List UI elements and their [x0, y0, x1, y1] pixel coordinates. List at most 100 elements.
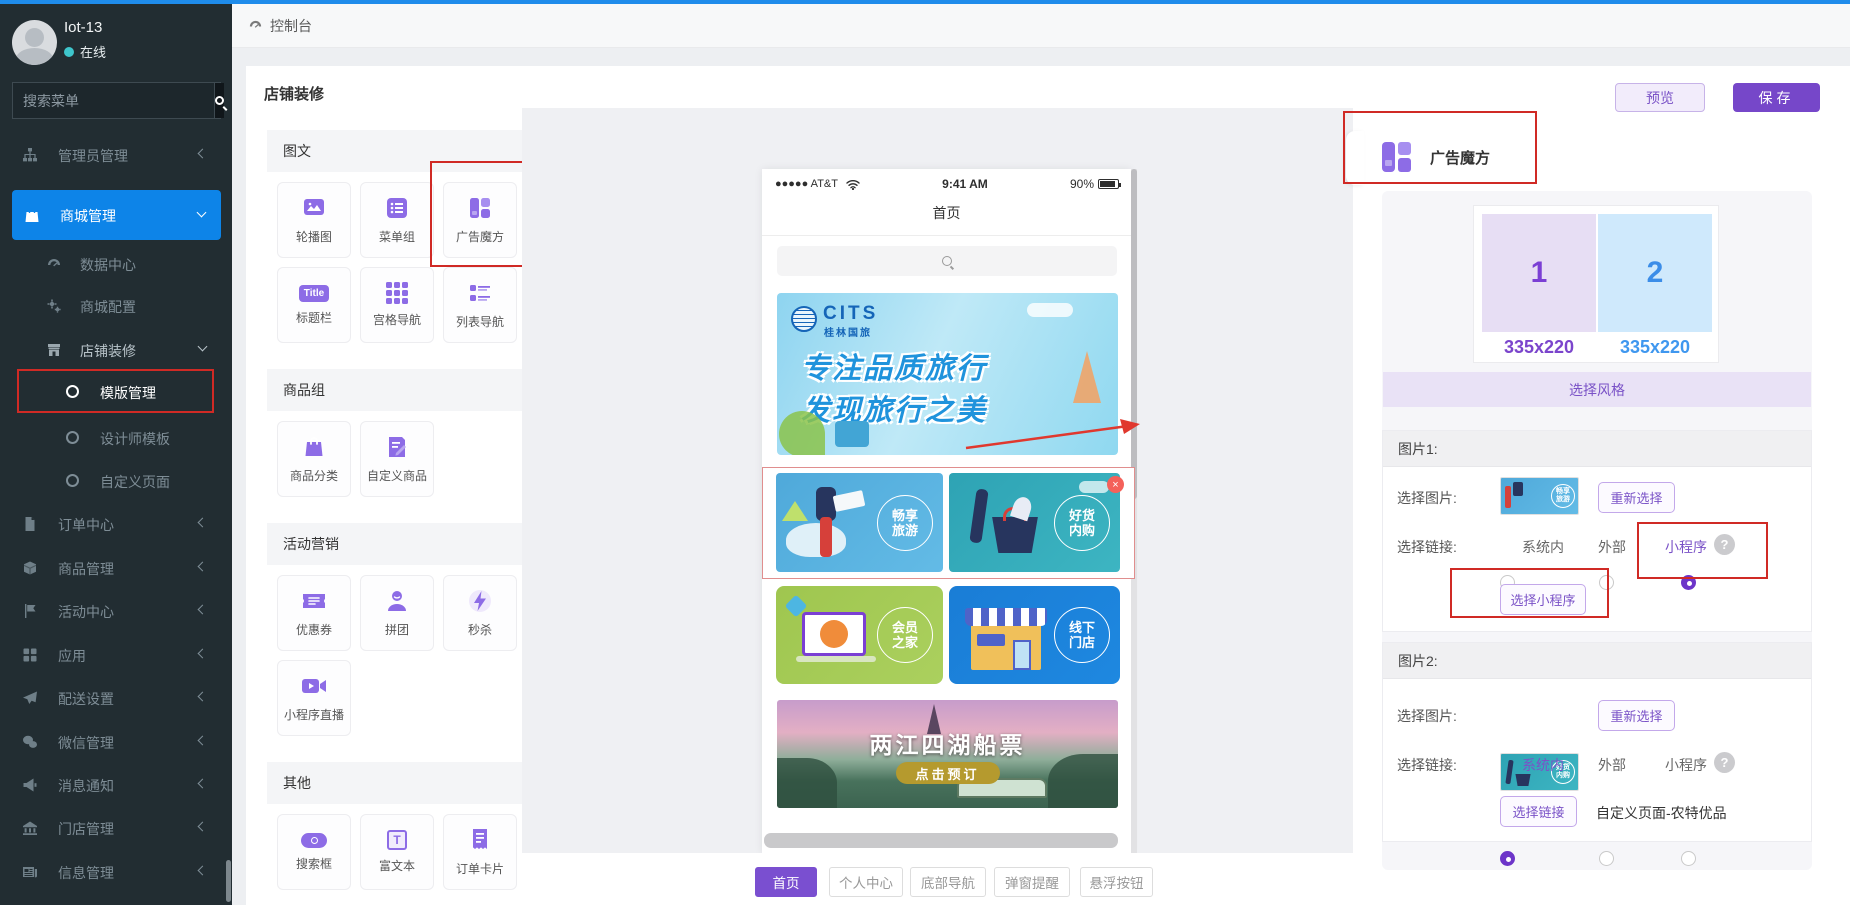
user-name: Iot-13	[64, 19, 102, 36]
radio-external-label[interactable]: 外部	[1598, 537, 1626, 557]
component-palette: 图文 轮播图 菜单组 广告魔方 Title 标题栏 宫格导航	[267, 130, 522, 905]
sidebar-item-delivery-settings[interactable]: 配送设置	[0, 676, 232, 720]
style-preview-card[interactable]: 1 2 335x220 335x220	[1473, 205, 1719, 363]
choose-miniprogram-button[interactable]: 选择小程序	[1500, 584, 1586, 615]
help-icon[interactable]: ?	[1714, 534, 1735, 555]
tab-home[interactable]: 首页	[755, 867, 817, 897]
sidebar-item-template-management[interactable]: 模版管理	[0, 370, 232, 414]
tab-bottom-nav[interactable]: 底部导航	[910, 867, 986, 897]
radio-system-label[interactable]: 系统内	[1522, 755, 1564, 775]
chevron-left-icon	[198, 649, 208, 659]
palette-item-mini-program-live[interactable]: 小程序直播	[277, 660, 351, 736]
cube-image-travel[interactable]: 畅享旅游	[776, 473, 943, 572]
palette-item-flash-sale[interactable]: 秒杀	[443, 575, 517, 651]
palette-item-carousel[interactable]: 轮播图	[277, 182, 351, 258]
palette-item-rich-text[interactable]: T 富文本	[360, 814, 434, 890]
wifi-icon	[846, 179, 860, 190]
sidebar-item-store-management[interactable]: 门店管理	[0, 806, 232, 850]
pick-link-label: 选择链接:	[1397, 755, 1457, 775]
palette-item-coupon[interactable]: 优惠券	[277, 575, 351, 651]
palette-item-label: 订单卡片	[456, 860, 504, 877]
cube-art-figure	[820, 517, 832, 557]
circle-o-icon	[66, 431, 79, 444]
tile-member-home[interactable]: 会员之家	[776, 586, 943, 684]
banner-decoration-bus	[835, 421, 869, 447]
thumb-caption: 畅享旅游	[1551, 484, 1575, 508]
cube-caption-circle: 畅享旅游	[877, 495, 933, 551]
palette-item-custom-product[interactable]: 自定义商品	[360, 421, 434, 497]
phone-search-bar[interactable]	[777, 246, 1117, 276]
radio-miniprogram-label[interactable]: 小程序	[1665, 537, 1707, 557]
image1-header: 图片1:	[1383, 431, 1811, 467]
cube-image-shopping[interactable]: 好货内购	[949, 473, 1120, 572]
palette-item-title-bar[interactable]: Title 标题栏	[277, 267, 351, 343]
image1-thumbnail[interactable]: 畅享旅游	[1500, 477, 1579, 515]
avatar[interactable]	[12, 20, 57, 65]
palette-item-ad-cube[interactable]: 广告魔方	[443, 182, 517, 258]
sidebar-item-order-center[interactable]: 订单中心	[0, 502, 232, 546]
sidebar-scrollbar[interactable]	[226, 860, 231, 902]
sidebar-item-wechat-management[interactable]: 微信管理	[0, 720, 232, 764]
phone-banner-boat[interactable]: 两江四湖船票 点击预订	[777, 700, 1118, 808]
tile-offline-store[interactable]: 线下门店	[949, 586, 1120, 684]
sidebar-item-product-management[interactable]: 商品管理	[0, 546, 232, 590]
sidebar-item-admin[interactable]: 管理员管理	[0, 133, 232, 177]
search-input[interactable]	[13, 83, 214, 118]
clock-label: 9:41 AM	[860, 177, 1070, 191]
lightning-icon	[467, 588, 493, 614]
sidebar-item-apps[interactable]: 应用	[0, 633, 232, 677]
preview-button[interactable]: 预览	[1615, 83, 1705, 112]
cube-caption-line: 内购	[1069, 523, 1095, 538]
banner-art-trees-right	[1048, 754, 1118, 808]
banner-decoration-foliage	[779, 411, 825, 455]
sidebar-item-label: 商品管理	[58, 559, 114, 579]
radio-miniprogram-label[interactable]: 小程序	[1665, 755, 1707, 775]
cits-brand: CITS	[823, 303, 878, 325]
sidebar-item-data-center[interactable]: 数据中心	[0, 242, 232, 286]
radio-miniprogram[interactable]	[1681, 575, 1696, 590]
tab-personal-center[interactable]: 个人中心	[829, 867, 903, 897]
thumb-art	[1513, 482, 1523, 496]
radio-system[interactable]	[1500, 851, 1515, 866]
sidebar-item-activity-center[interactable]: 活动中心	[0, 589, 232, 633]
chevron-left-icon	[198, 736, 208, 746]
palette-item-menu-group[interactable]: 菜单组	[360, 182, 434, 258]
radio-miniprogram[interactable]	[1681, 851, 1696, 866]
palette-item-list-nav[interactable]: 列表导航	[443, 267, 517, 343]
breadcrumb[interactable]: 控制台	[270, 16, 312, 36]
palette-item-label: 优惠券	[296, 621, 332, 638]
flag-icon	[22, 603, 38, 619]
reselect-image1-button[interactable]: 重新选择	[1598, 482, 1675, 513]
save-button[interactable]: 保存	[1733, 83, 1820, 112]
boat-banner-cta[interactable]: 点击预订	[896, 762, 1000, 784]
radio-system-label[interactable]: 系统内	[1522, 537, 1564, 557]
palette-item-order-card[interactable]: 订单卡片	[443, 814, 517, 890]
close-icon[interactable]: ×	[1107, 476, 1124, 493]
search-button[interactable]	[214, 83, 224, 118]
palette-item-search-box[interactable]: 搜索框	[277, 814, 351, 890]
phone-bottom-scrollbar[interactable]	[764, 833, 1118, 848]
sidebar-item-info-management[interactable]: 信息管理	[0, 850, 232, 894]
reselect-image2-button[interactable]: 重新选择	[1598, 700, 1675, 731]
carrier-label: ●●●●● AT&T	[775, 178, 838, 190]
help-icon[interactable]: ?	[1714, 752, 1735, 773]
choose-style-button[interactable]: 选择风格	[1383, 372, 1811, 407]
palette-item-label: 轮播图	[296, 228, 332, 245]
sidebar-item-mall-config[interactable]: 商城配置	[0, 284, 232, 328]
palette-item-group-buy[interactable]: 拼团	[360, 575, 434, 651]
tab-float-button[interactable]: 悬浮按钮	[1080, 867, 1153, 897]
tab-popup-reminder[interactable]: 弹窗提醒	[994, 867, 1070, 897]
sidebar-item-custom-page[interactable]: 自定义页面	[0, 459, 232, 503]
shopping-bag-icon	[24, 207, 40, 223]
sidebar-item-label: 设计师模板	[100, 429, 170, 449]
palette-item-product-category[interactable]: 商品分类	[277, 421, 351, 497]
radio-external-label[interactable]: 外部	[1598, 755, 1626, 775]
palette-item-label: 广告魔方	[456, 228, 504, 245]
palette-item-grid-nav[interactable]: 宫格导航	[360, 267, 434, 343]
choose-link-button[interactable]: 选择链接	[1500, 796, 1577, 827]
title-badge-icon: Title	[299, 285, 329, 302]
sidebar-item-designer-template[interactable]: 设计师模板	[0, 416, 232, 460]
sidebar-item-shop-decoration[interactable]: 店铺装修	[0, 328, 232, 372]
sidebar-item-message-notify[interactable]: 消息通知	[0, 763, 232, 807]
sidebar-item-mall[interactable]: 商城管理	[12, 190, 221, 240]
